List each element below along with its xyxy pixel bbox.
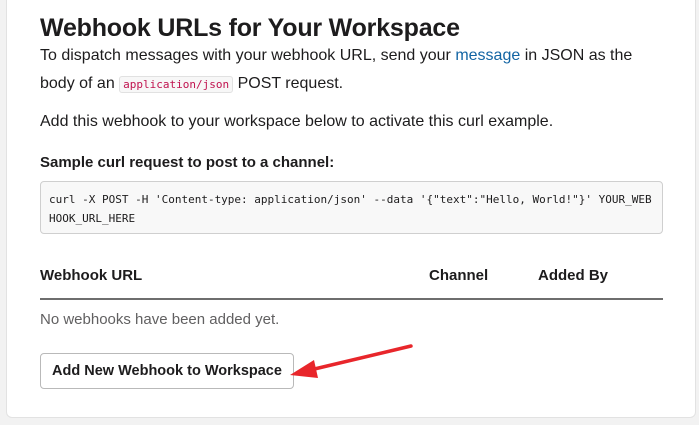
webhook-table-header: Webhook URL Channel Added By [40, 263, 663, 300]
webhook-urls-panel: Webhook URLs for Your Workspace To dispa… [6, 0, 696, 418]
empty-table-message: No webhooks have been added yet. [40, 311, 280, 328]
intro-paragraph: To dispatch messages with your webhook U… [40, 42, 670, 99]
page-title: Webhook URLs for Your Workspace [40, 14, 460, 42]
add-new-webhook-button[interactable]: Add New Webhook to Workspace [40, 353, 294, 389]
column-added-by: Added By [538, 267, 609, 284]
column-webhook-url: Webhook URL [40, 267, 143, 284]
add-note: Add this webhook to your workspace below… [40, 113, 554, 130]
intro-text-end: POST request. [233, 75, 344, 92]
inline-code-content-type: application/json [119, 76, 234, 93]
sample-heading: Sample curl request to post to a channel… [40, 154, 335, 171]
intro-text-start: To dispatch messages with your webhook U… [40, 47, 456, 64]
column-channel: Channel [429, 267, 489, 284]
message-link[interactable]: message [455, 47, 520, 64]
curl-code-block: curl -X POST -H 'Content-type: applicati… [40, 181, 663, 234]
